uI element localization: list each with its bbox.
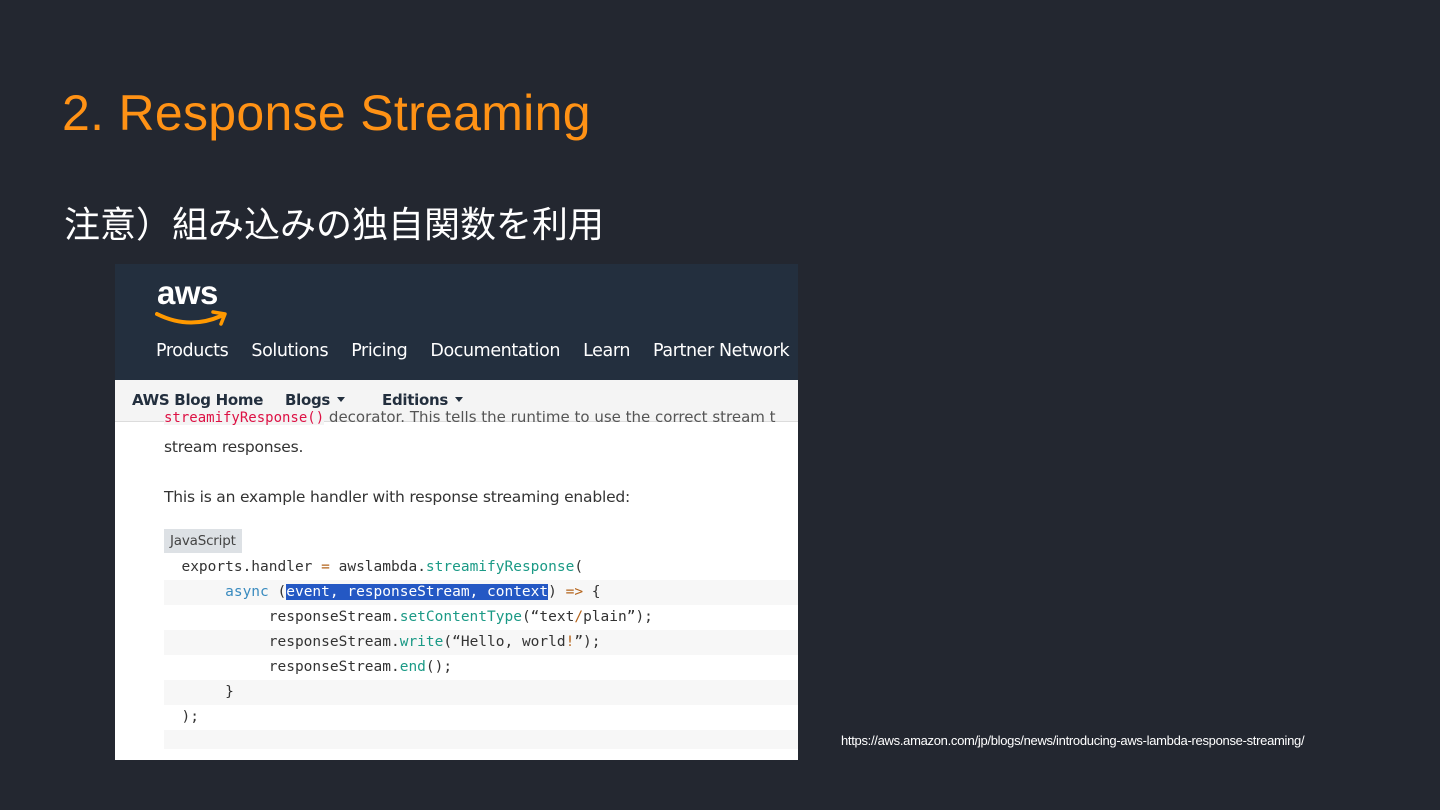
code-line: } <box>164 680 798 705</box>
nav-pricing[interactable]: Pricing <box>351 341 408 361</box>
source-url: https://aws.amazon.com/jp/blogs/news/int… <box>841 733 1305 748</box>
article-paragraph: This is an example handler with response… <box>164 488 631 506</box>
inline-code: streamifyResponse() <box>164 411 325 425</box>
editions-label: Editions <box>382 391 448 409</box>
blog-screenshot: aws Products Solutions Pricing Documenta… <box>115 264 798 760</box>
code-line <box>164 730 798 749</box>
slide-subtitle: 注意）組み込みの独自関数を利用 <box>64 205 605 246</box>
chevron-down-icon <box>337 397 346 402</box>
top-nav: Products Solutions Pricing Documentation… <box>156 341 798 361</box>
code-line: responseStream.write(“Hello, world!”); <box>164 630 798 655</box>
cut-text: decorator. This tells the runtime to use… <box>324 411 776 425</box>
nav-documentation[interactable]: Documentation <box>430 341 560 361</box>
aws-smile-icon <box>155 310 227 326</box>
aws-logo[interactable]: aws <box>155 274 229 326</box>
code-line: exports.handler = awslambda.streamifyRes… <box>181 559 584 575</box>
code-line: responseStream.end(); <box>268 659 453 675</box>
nav-solutions[interactable]: Solutions <box>251 341 328 361</box>
code-line: async (event, responseStream, context) =… <box>164 580 798 605</box>
slide-title: 2. Response Streaming <box>62 85 591 141</box>
editions-dropdown[interactable]: Editions <box>382 391 463 409</box>
chevron-down-icon <box>454 397 463 402</box>
code-language-tab[interactable]: JavaScript <box>164 529 242 553</box>
aws-header: aws Products Solutions Pricing Documenta… <box>115 264 798 380</box>
article-cut-line: streamifyResponse() decorator. This tell… <box>164 411 798 425</box>
code-line: ); <box>181 709 199 725</box>
nav-partner-network[interactable]: Partner Network <box>653 341 790 361</box>
code-block: JavaScript exports.handler = awslambda.s… <box>164 529 798 749</box>
code-line: responseStream.setContentType(“text/plai… <box>268 609 653 625</box>
blog-home-link[interactable]: AWS Blog Home <box>132 391 263 409</box>
text-selection[interactable]: event, responseStream, context <box>286 584 549 600</box>
blogs-label: Blogs <box>285 391 331 409</box>
article-paragraph: stream responses. <box>164 438 304 456</box>
blogs-dropdown[interactable]: Blogs <box>285 391 346 409</box>
nav-products[interactable]: Products <box>156 341 229 361</box>
nav-learn[interactable]: Learn <box>583 341 630 361</box>
